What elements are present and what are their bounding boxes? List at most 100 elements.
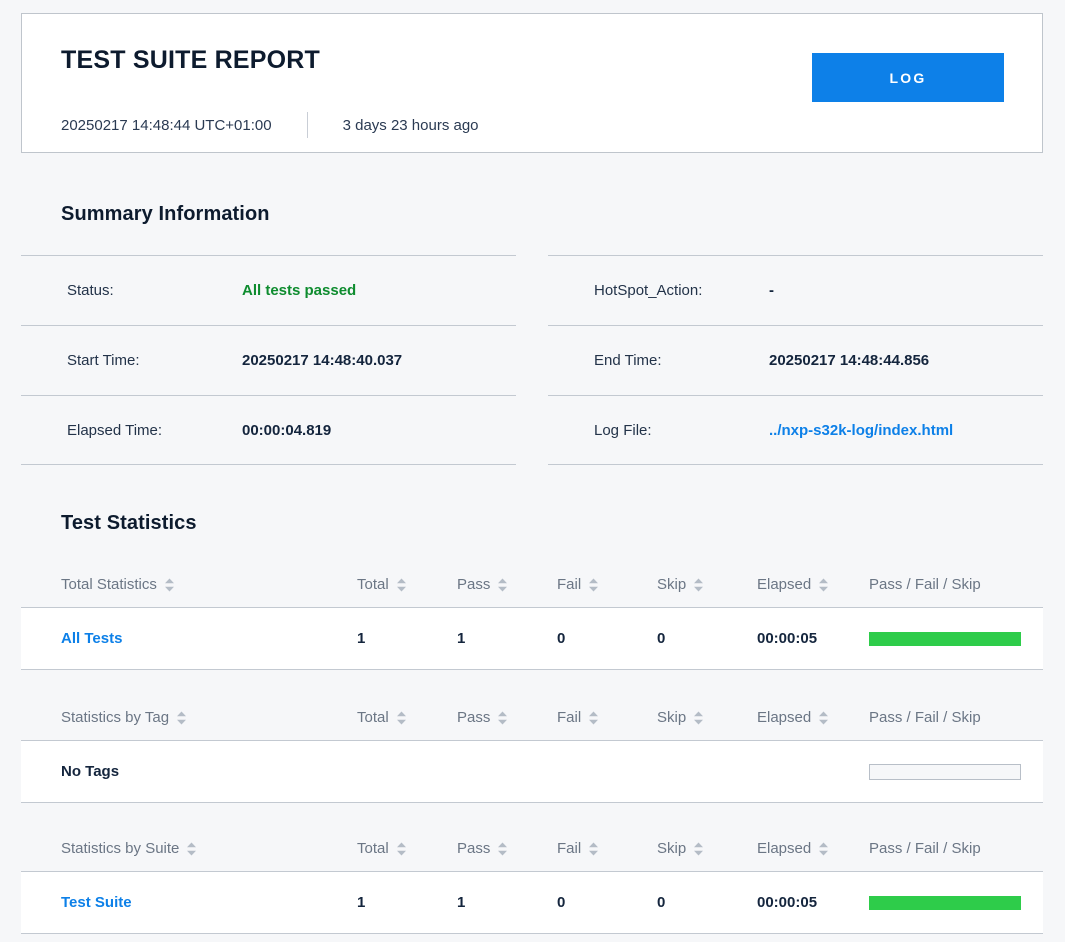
pass-column: Pass bbox=[457, 840, 557, 857]
row-graph-cell bbox=[869, 895, 1043, 910]
row-total-cell: 1 bbox=[357, 630, 457, 648]
fail-column: Fail bbox=[557, 709, 657, 726]
fail-label: Fail bbox=[557, 576, 582, 593]
row-total-value: 1 bbox=[357, 629, 366, 647]
summary-column-right: HotSpot_Action: - End Time: 20250217 14:48:… bbox=[548, 255, 1043, 465]
table-header-row: Statistics by Suite Total Pass Fail Skip Elap… bbox=[21, 826, 1043, 872]
pass-label: Pass bbox=[457, 840, 491, 857]
skip-label: Skip bbox=[657, 840, 687, 857]
summary-information: Status: All tests passed Start Time: 202502… bbox=[21, 255, 1043, 465]
row-fail-value: 0 bbox=[557, 629, 566, 647]
total-header[interactable]: Total bbox=[357, 840, 457, 857]
pass-column: Pass bbox=[457, 709, 557, 726]
row-graph-cell bbox=[869, 631, 1043, 646]
name-label: Statistics by Tag bbox=[61, 709, 170, 726]
sort-chevron-icon bbox=[164, 577, 175, 593]
name-header[interactable]: Total Statistics bbox=[61, 576, 357, 593]
row-total-value: 1 bbox=[357, 893, 366, 911]
skip-column: Skip bbox=[657, 840, 757, 857]
pass-label: Pass bbox=[457, 709, 491, 726]
skip-label: Skip bbox=[657, 576, 687, 593]
graph-column: Pass / Fail / Skip bbox=[869, 576, 1043, 593]
summary-label: Log File: bbox=[594, 421, 652, 439]
meta-divider bbox=[306, 112, 308, 138]
table-total-statistics: Total Statistics Total Pass Fail Skip Elapsed… bbox=[21, 562, 1043, 670]
graph-header: Pass / Fail / Skip bbox=[869, 840, 1043, 857]
fail-label: Fail bbox=[557, 709, 582, 726]
summary-label: Start Time: bbox=[67, 352, 140, 369]
sort-chevron-icon bbox=[588, 577, 599, 593]
summary-label: Elapsed Time: bbox=[67, 421, 163, 439]
page-title: TEST SUITE REPORT bbox=[61, 46, 320, 74]
pass-label: Pass bbox=[457, 576, 491, 593]
pass-header[interactable]: Pass bbox=[457, 709, 557, 726]
fail-header[interactable]: Fail bbox=[557, 576, 657, 593]
total-column: Total bbox=[357, 709, 457, 726]
summary-row: Status: All tests passed bbox=[21, 255, 516, 325]
pass-header[interactable]: Pass bbox=[457, 576, 557, 593]
status-badge: All tests passed bbox=[242, 282, 357, 299]
graph-label: Pass / Fail / Skip bbox=[869, 840, 981, 857]
row-name-link[interactable]: All Tests bbox=[61, 630, 122, 647]
graph-header: Pass / Fail / Skip bbox=[869, 709, 1043, 726]
sort-chevron-icon bbox=[693, 841, 704, 857]
report-page: TEST SUITE REPORT 20250217 14:48:44 UTC+… bbox=[0, 0, 1065, 942]
row-skip-cell: 0 bbox=[657, 630, 757, 648]
row-pass-value: 1 bbox=[457, 629, 466, 647]
sort-chevron-icon bbox=[396, 841, 407, 857]
sort-chevron-icon bbox=[396, 710, 407, 726]
pass-header[interactable]: Pass bbox=[457, 840, 557, 857]
row-name-cell: No Tags bbox=[21, 763, 357, 781]
name-header[interactable]: Statistics by Tag bbox=[61, 709, 357, 726]
skip-label: Skip bbox=[657, 709, 687, 726]
summary-section-title: Summary Information bbox=[61, 203, 270, 225]
elapsed-label: Elapsed bbox=[757, 709, 812, 726]
row-skip-value: 0 bbox=[657, 629, 666, 647]
bar-pass-segment bbox=[869, 895, 1021, 910]
sort-chevron-icon bbox=[588, 710, 599, 726]
summary-value: - bbox=[769, 282, 774, 299]
elapsed-label: Elapsed bbox=[757, 576, 812, 593]
graph-header: Pass / Fail / Skip bbox=[869, 576, 1043, 593]
sort-chevron-icon bbox=[497, 577, 508, 593]
log-button[interactable]: LOG bbox=[812, 53, 1004, 102]
row-pass-cell: 1 bbox=[457, 894, 557, 912]
skip-header[interactable]: Skip bbox=[657, 709, 757, 726]
table-row: All Tests 1 1 0 0 00:00:05 bbox=[21, 608, 1043, 670]
header-meta: 20250217 14:48:44 UTC+01:00 3 days 23 ho… bbox=[61, 112, 479, 138]
skip-header[interactable]: Skip bbox=[657, 840, 757, 857]
statistics-section-title: Test Statistics bbox=[61, 512, 197, 534]
name-header[interactable]: Statistics by Suite bbox=[61, 840, 357, 857]
generated-timestamp: 20250217 14:48:44 UTC+01:00 bbox=[61, 116, 272, 134]
table-header-row: Total Statistics Total Pass Fail Skip Elapsed… bbox=[21, 562, 1043, 608]
total-header[interactable]: Total bbox=[357, 576, 457, 593]
elapsed-header[interactable]: Elapsed bbox=[757, 576, 869, 593]
row-name-link[interactable]: Test Suite bbox=[61, 894, 132, 911]
row-pass-cell: 1 bbox=[457, 630, 557, 648]
pass-fail-skip-bar bbox=[869, 763, 1021, 780]
sort-chevron-icon bbox=[588, 841, 599, 857]
row-total-cell: 1 bbox=[357, 894, 457, 912]
elapsed-header[interactable]: Elapsed bbox=[757, 840, 869, 857]
table-row: Test Suite 1 1 0 0 00:00:05 bbox=[21, 872, 1043, 934]
fail-header[interactable]: Fail bbox=[557, 709, 657, 726]
elapsed-column: Elapsed bbox=[757, 576, 869, 593]
graph-column: Pass / Fail / Skip bbox=[869, 840, 1043, 857]
total-label: Total bbox=[357, 840, 389, 857]
summary-row: HotSpot_Action: - bbox=[548, 255, 1043, 325]
graph-label: Pass / Fail / Skip bbox=[869, 709, 981, 726]
table-statistics-by-suite: Statistics by Suite Total Pass Fail Skip Elap… bbox=[21, 826, 1043, 934]
fail-header[interactable]: Fail bbox=[557, 840, 657, 857]
sort-chevron-icon bbox=[396, 577, 407, 593]
name-column: Statistics by Tag bbox=[21, 709, 357, 726]
table-header-row: Statistics by Tag Total Pass Fail Skip Elapse… bbox=[21, 695, 1043, 741]
row-skip-value: 0 bbox=[657, 893, 666, 911]
log-file-link[interactable]: ../nxp-s32k-log/index.html bbox=[769, 422, 953, 439]
skip-header[interactable]: Skip bbox=[657, 576, 757, 593]
summary-row: Log File: ../nxp-s32k-log/index.html bbox=[548, 395, 1043, 465]
row-elapsed-cell: 00:00:05 bbox=[757, 894, 869, 912]
elapsed-header[interactable]: Elapsed bbox=[757, 709, 869, 726]
summary-label: HotSpot_Action: bbox=[594, 282, 703, 299]
sort-chevron-icon bbox=[176, 710, 187, 726]
total-header[interactable]: Total bbox=[357, 709, 457, 726]
